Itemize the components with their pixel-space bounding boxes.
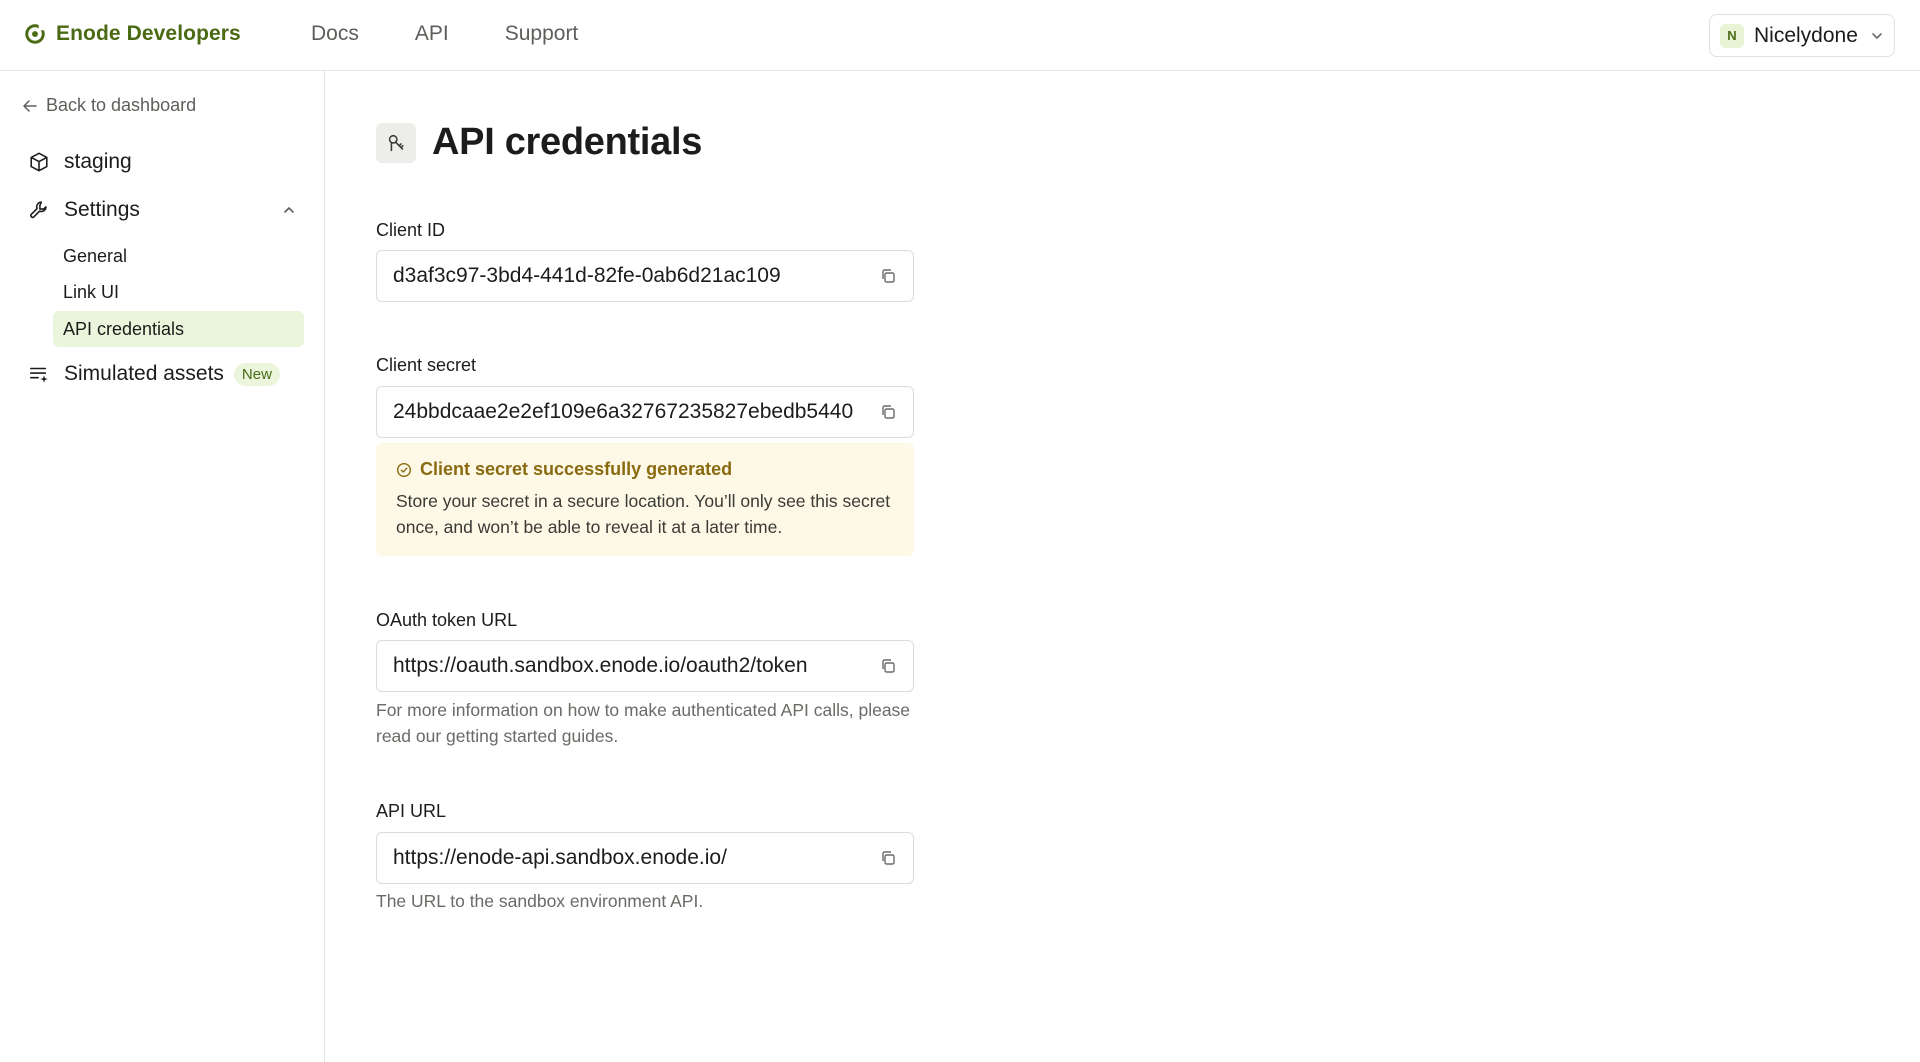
copy-icon[interactable]	[879, 267, 897, 285]
alert-title: Client secret successfully generated	[396, 459, 894, 480]
back-to-dashboard-link[interactable]: Back to dashboard	[22, 95, 196, 116]
client-secret-label: Client secret	[376, 355, 477, 375]
top-nav: Docs API Support	[311, 22, 578, 46]
brand-name: Enode Developers	[56, 22, 241, 45]
check-circle-icon	[396, 462, 412, 477]
client-secret-field[interactable]: 24bbdcaae2e2ef109e6a32767235827ebedb5440	[376, 386, 914, 438]
org-name: Nicelydone	[1754, 23, 1858, 47]
new-badge: New	[233, 362, 280, 386]
client-id-label: Client ID	[376, 220, 446, 240]
sidebar-item-general[interactable]: General	[53, 238, 304, 274]
sidebar-item-staging[interactable]: staging	[28, 150, 132, 174]
list-sparkle-icon	[29, 367, 48, 383]
client-secret-value[interactable]: 24bbdcaae2e2ef109e6a32767235827ebedb5440	[393, 400, 879, 424]
sidebar-item-api-credentials[interactable]: API credentials	[53, 311, 304, 347]
oauth-url-label: OAuth token URL	[376, 610, 518, 630]
oauth-url-field[interactable]: https://oauth.sandbox.enode.io/oauth2/to…	[376, 640, 914, 692]
arrow-left-icon	[23, 99, 37, 112]
client-id-field[interactable]: d3af3c97-3bd4-441d-82fe-0ab6d21ac109	[376, 250, 914, 302]
api-url-field[interactable]: https://enode-api.sandbox.enode.io/	[376, 832, 914, 884]
wrench-icon	[30, 201, 47, 219]
brand-link[interactable]: Enode Developers	[24, 22, 241, 46]
nav-support[interactable]: Support	[505, 22, 579, 46]
sidebar: Back to dashboard staging Settings Gener…	[0, 71, 325, 1062]
api-url-label: API URL	[376, 801, 447, 821]
oauth-help-text: For more information on how to make auth…	[376, 700, 911, 746]
nav-api[interactable]: API	[415, 22, 449, 46]
api-url-help-text: The URL to the sandbox environment API.	[376, 891, 704, 911]
sidebar-item-simulated-assets[interactable]: Simulated assets New	[28, 362, 280, 386]
chevron-down-icon	[1872, 32, 1882, 39]
sidebar-item-label: Simulated assets	[64, 362, 224, 385]
cube-icon	[30, 152, 48, 172]
org-switcher[interactable]: N Nicelydone	[1709, 14, 1895, 57]
sidebar-item-label: Settings	[64, 198, 140, 221]
nav-docs[interactable]: Docs	[311, 22, 359, 46]
page-title: API credentials	[432, 121, 703, 163]
secret-generated-alert: Client secret successfully generated Sto…	[376, 443, 914, 556]
api-url-value[interactable]: https://enode-api.sandbox.enode.io/	[393, 846, 879, 870]
page-header: API credentials	[376, 121, 702, 164]
top-header: Enode Developers Docs API Support N Nice…	[0, 0, 1920, 71]
sidebar-item-link-ui[interactable]: Link UI	[53, 274, 304, 310]
copy-icon[interactable]	[879, 403, 897, 421]
enode-logo-icon	[25, 24, 45, 44]
back-label: Back to dashboard	[46, 95, 197, 115]
alert-title-text: Client secret successfully generated	[420, 459, 733, 479]
copy-icon[interactable]	[879, 849, 897, 867]
client-id-value[interactable]: d3af3c97-3bd4-441d-82fe-0ab6d21ac109	[393, 264, 879, 288]
sidebar-item-settings[interactable]: Settings	[28, 198, 296, 222]
org-avatar: N	[1720, 23, 1744, 48]
alert-body: Store your secret in a secure location. …	[396, 491, 891, 537]
key-icon	[376, 122, 416, 163]
oauth-url-value[interactable]: https://oauth.sandbox.enode.io/oauth2/to…	[393, 654, 879, 678]
chevron-up-icon[interactable]	[282, 203, 296, 217]
copy-icon[interactable]	[879, 657, 897, 675]
sidebar-item-label: staging	[64, 150, 132, 173]
